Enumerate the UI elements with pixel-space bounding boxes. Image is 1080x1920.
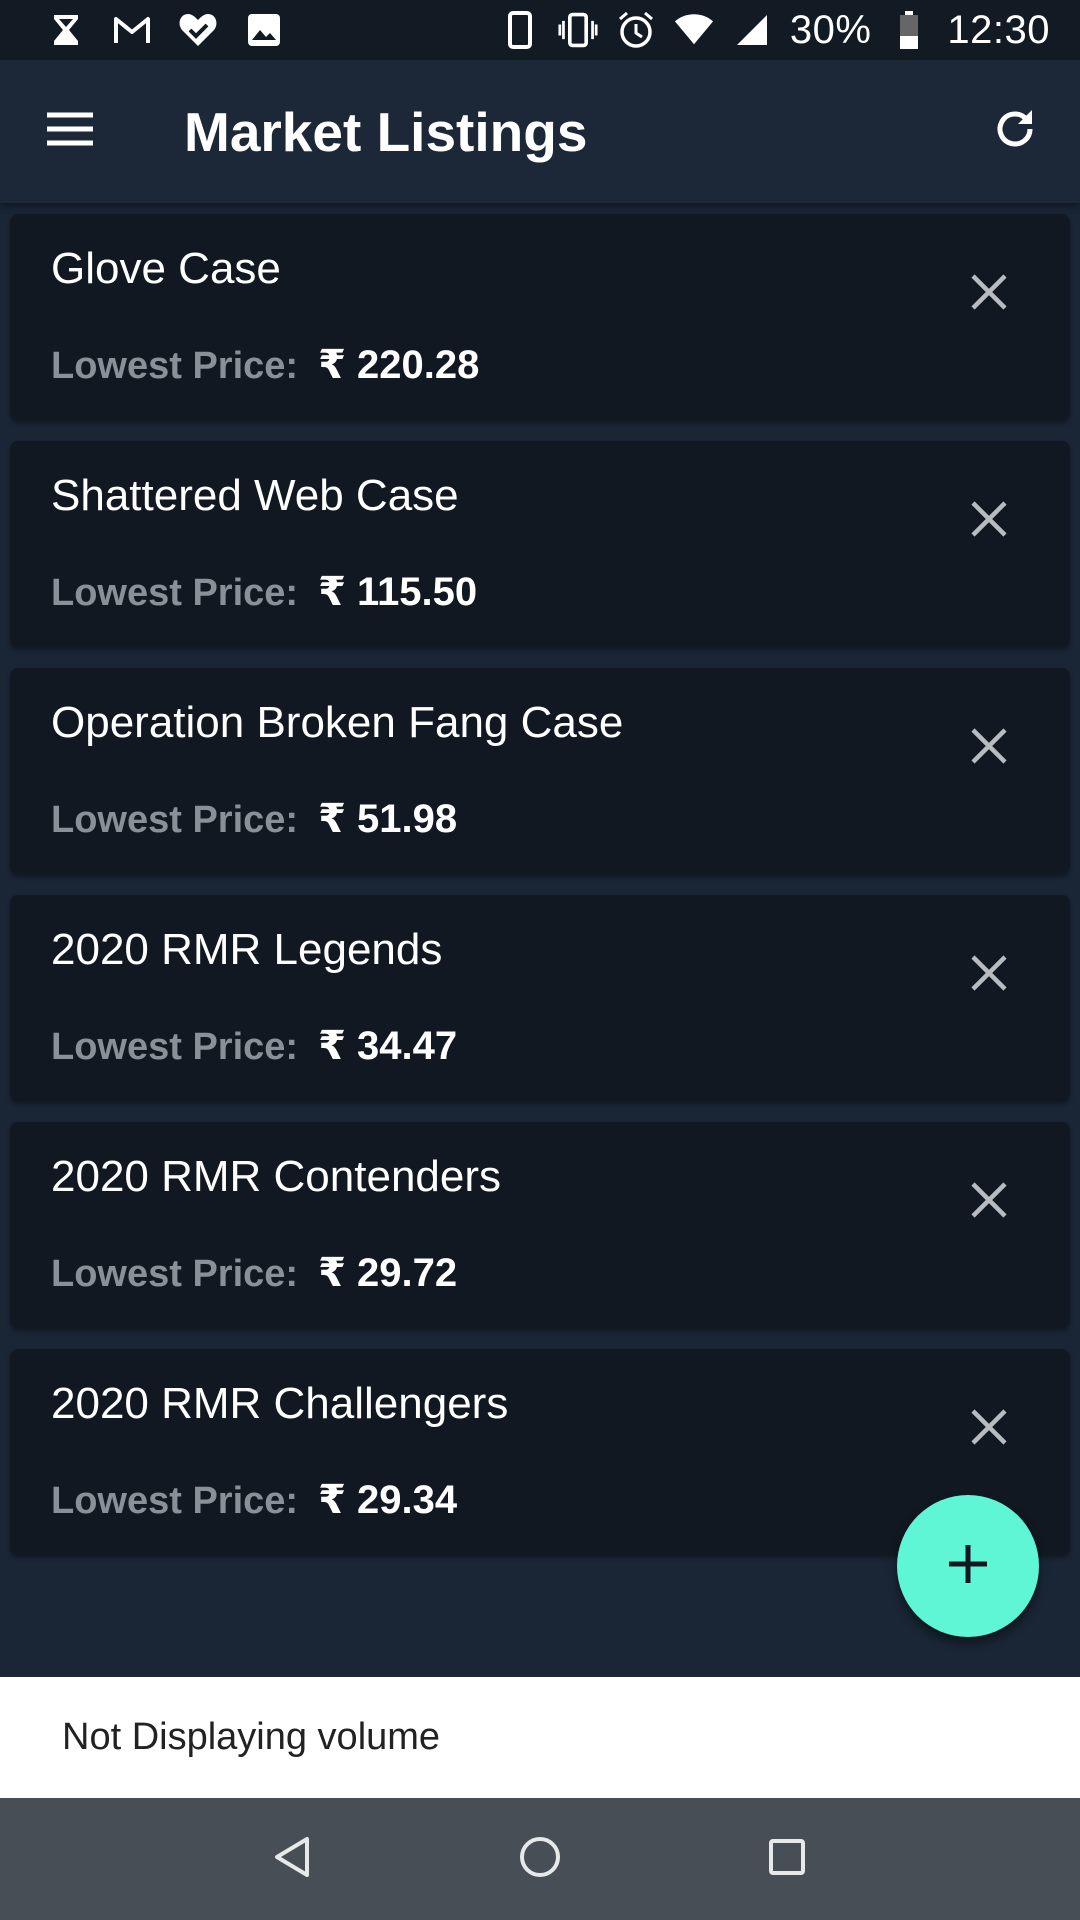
- listing-name: 2020 RMR Legends: [51, 925, 443, 974]
- menu-button[interactable]: [0, 60, 140, 203]
- price-row: Lowest Price: ₹ 51.98: [51, 796, 457, 842]
- listing-name: Shattered Web Case: [51, 471, 459, 520]
- recents-button[interactable]: [737, 1809, 837, 1909]
- listing-card[interactable]: Glove Case Lowest Price: ₹ 220.28: [10, 214, 1070, 420]
- price-value: ₹ 29.72: [318, 1251, 458, 1295]
- gmail-icon: [112, 10, 152, 50]
- battery-icon: [889, 10, 929, 50]
- listing-name: Glove Case: [51, 244, 281, 293]
- status-left-icons: [46, 10, 284, 50]
- close-icon: [970, 727, 1008, 770]
- back-button[interactable]: [243, 1809, 343, 1909]
- refresh-icon: [992, 106, 1038, 157]
- add-listing-button[interactable]: [897, 1495, 1039, 1637]
- vibrate-icon: [558, 10, 598, 50]
- price-value: ₹ 34.47: [318, 1024, 458, 1068]
- page-title: Market Listings: [184, 100, 588, 163]
- clock: 12:30: [947, 7, 1050, 52]
- status-right-icons: 30% 12:30: [500, 8, 1050, 53]
- price-row: Lowest Price: ₹ 115.50: [51, 569, 477, 615]
- listing-card[interactable]: 2020 RMR Contenders Lowest Price: ₹ 29.7…: [10, 1122, 1070, 1328]
- hourglass-icon: [46, 10, 86, 50]
- market-listings-list: Glove Case Lowest Price: ₹ 220.28 Shatte…: [10, 214, 1070, 1576]
- status-bar: 30% 12:30: [0, 0, 1080, 60]
- remove-listing-button[interactable]: [954, 486, 1024, 556]
- listing-card[interactable]: 2020 RMR Legends Lowest Price: ₹ 34.47: [10, 895, 1070, 1101]
- close-icon: [970, 500, 1008, 543]
- price-label: Lowest Price:: [51, 1026, 299, 1068]
- phone-icon: [500, 10, 540, 50]
- remove-listing-button[interactable]: [954, 1167, 1024, 1237]
- heart-check-icon: [178, 10, 218, 50]
- snackbar-text: Not Displaying volume: [62, 1716, 441, 1758]
- price-value: ₹ 51.98: [318, 797, 458, 841]
- alarm-icon: [616, 10, 656, 50]
- app-bar: Market Listings: [0, 60, 1080, 203]
- listing-name: 2020 RMR Contenders: [51, 1152, 502, 1201]
- listing-name: Operation Broken Fang Case: [51, 698, 624, 747]
- price-row: Lowest Price: ₹ 29.72: [51, 1250, 457, 1296]
- remove-listing-button[interactable]: [954, 940, 1024, 1010]
- remove-listing-button[interactable]: [954, 259, 1024, 329]
- listing-card[interactable]: Shattered Web Case Lowest Price: ₹ 115.5…: [10, 441, 1070, 647]
- remove-listing-button[interactable]: [954, 1394, 1024, 1464]
- home-button[interactable]: [490, 1809, 590, 1909]
- close-icon: [970, 1181, 1008, 1224]
- listing-name: 2020 RMR Challengers: [51, 1379, 509, 1428]
- back-triangle-icon: [273, 1835, 313, 1884]
- price-label: Lowest Price:: [51, 799, 299, 841]
- close-icon: [970, 954, 1008, 997]
- image-icon: [244, 10, 284, 50]
- price-row: Lowest Price: ₹ 220.28: [51, 342, 479, 388]
- snackbar: Not Displaying volume: [0, 1677, 1080, 1798]
- wifi-icon: [674, 10, 714, 50]
- price-value: ₹ 29.34: [318, 1478, 458, 1522]
- price-value: ₹ 115.50: [318, 570, 478, 614]
- refresh-button[interactable]: [950, 60, 1080, 203]
- close-icon: [970, 273, 1008, 316]
- price-label: Lowest Price:: [51, 1253, 299, 1295]
- system-nav-bar: [0, 1798, 1080, 1920]
- remove-listing-button[interactable]: [954, 713, 1024, 783]
- plus-icon: [946, 1542, 990, 1591]
- close-icon: [970, 1408, 1008, 1451]
- home-circle-icon: [518, 1835, 562, 1884]
- signal-icon: [732, 10, 772, 50]
- recents-square-icon: [767, 1837, 807, 1882]
- battery-percentage: 30%: [789, 7, 872, 52]
- price-value: ₹ 220.28: [318, 343, 480, 387]
- hamburger-menu-icon: [45, 111, 95, 152]
- listing-card[interactable]: Operation Broken Fang Case Lowest Price:…: [10, 668, 1070, 874]
- price-label: Lowest Price:: [51, 572, 299, 614]
- price-label: Lowest Price:: [51, 1480, 299, 1522]
- price-row: Lowest Price: ₹ 34.47: [51, 1023, 457, 1069]
- price-row: Lowest Price: ₹ 29.34: [51, 1477, 457, 1523]
- price-label: Lowest Price:: [51, 345, 299, 387]
